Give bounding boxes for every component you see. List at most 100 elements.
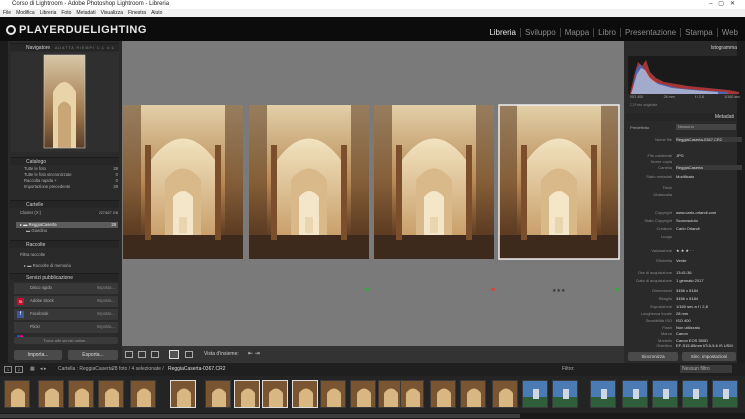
sync-metadata-button[interactable]: Sincronizza	[628, 352, 678, 361]
metadata-value[interactable]: 1 gennaio 2017	[676, 278, 742, 283]
folder-giardino[interactable]: ▬ Giardino	[26, 228, 118, 234]
original-photo-toggle[interactable]: ☐ Foto originale	[630, 102, 657, 107]
metadata-value[interactable]: Sconosciuto	[676, 218, 742, 223]
filmstrip-scrollbar[interactable]	[0, 413, 745, 419]
loupe-view-icon[interactable]	[138, 351, 146, 358]
menu-modifica[interactable]: Modifica	[16, 9, 35, 17]
module-sviluppo[interactable]: Sviluppo	[520, 28, 560, 37]
filmstrip-thumbnail[interactable]	[320, 380, 346, 408]
module-stampa[interactable]: Stampa	[680, 28, 717, 37]
publish-action[interactable]: Imposta...	[97, 285, 115, 291]
filmstrip-thumbnail[interactable]	[38, 380, 64, 408]
metadata-value[interactable]: 1/160 sec a f / 2,8	[676, 304, 742, 309]
collection-set[interactable]: ▸ ▬ Raccolte di memoria	[24, 263, 118, 269]
grid-view-icon[interactable]	[125, 351, 133, 358]
module-libreria[interactable]: Libreria	[485, 28, 520, 37]
back-forward-icon[interactable]: ◂ ▸	[40, 366, 46, 372]
metadata-value[interactable]: Carlo Orlandi	[676, 226, 742, 231]
metadata-value[interactable]: 3456 x 5184	[676, 296, 742, 301]
histogram-title[interactable]: Istogramma	[628, 45, 737, 51]
survey-photo-3[interactable]	[374, 105, 494, 259]
metadata-value[interactable]: www.carlo-orlandi.com	[676, 210, 742, 215]
filmstrip-thumbnail[interactable]	[622, 380, 648, 408]
metadata-value[interactable]: 3456 x 5184	[676, 288, 742, 293]
publish-header[interactable]: Servizi pubblicazione	[10, 273, 119, 281]
menu-aiuto[interactable]: Aiuto	[151, 9, 162, 17]
filmstrip-thumbnail[interactable]	[130, 380, 156, 408]
filmstrip-thumbnail[interactable]	[350, 380, 376, 408]
filmstrip-thumbnail[interactable]	[378, 380, 402, 408]
folders-header[interactable]: Cartelle	[10, 200, 119, 208]
filmstrip-thumbnail[interactable]	[262, 380, 288, 408]
survey-photo-1[interactable]	[123, 105, 243, 259]
survey-photo-4-selected[interactable]	[498, 104, 620, 260]
filmstrip-thumbnail[interactable]	[430, 380, 456, 408]
filmstrip-thumbnail[interactable]	[400, 380, 424, 408]
metadata-header[interactable]: Metadati	[626, 113, 737, 121]
filmstrip-thumbnail[interactable]	[712, 380, 738, 408]
module-mappa[interactable]: Mappa	[559, 28, 593, 37]
publish-action[interactable]: Imposta...	[97, 311, 115, 317]
rating-stars[interactable]: ★★★	[552, 288, 566, 294]
publish-facebook[interactable]: f Facebook Imposta...	[14, 309, 118, 320]
filmstrip-thumbnail[interactable]	[292, 380, 318, 408]
menu-file[interactable]: File	[3, 9, 11, 17]
zoom-fit[interactable]: ADATTA	[55, 46, 74, 50]
metadata-value[interactable]: Modificato	[676, 174, 742, 179]
import-button[interactable]: Importa...	[14, 350, 62, 360]
menu-foto[interactable]: Foto	[61, 9, 71, 17]
module-presentazione[interactable]: Presentazione	[619, 28, 680, 37]
filmstrip-thumbnail[interactable]	[234, 380, 260, 408]
sync-settings-button[interactable]: Sinc. impostazioni	[682, 352, 736, 361]
metadata-value[interactable]: Verde	[676, 258, 742, 263]
menu-visualizza[interactable]: Visualizza	[101, 9, 123, 17]
filmstrip-thumbnail[interactable]	[492, 380, 518, 408]
metadata-value[interactable]: ReggiaCaserta-0367.CR2	[676, 137, 742, 142]
metadata-value[interactable]: Canon	[676, 331, 742, 336]
window-controls[interactable]: –▢✕	[709, 0, 741, 9]
metadata-value[interactable]: ISO 400	[676, 318, 742, 323]
current-file-name[interactable]: ReggiaCaserta-0367.CR2	[168, 366, 226, 372]
module-web[interactable]: Web	[716, 28, 742, 37]
publish-action[interactable]: Imposta...	[97, 298, 115, 304]
source-path[interactable]: Cartella : ReggiaCaserta	[58, 366, 113, 372]
publish-disk[interactable]: Disco rigido Imposta...	[14, 283, 118, 294]
catalog-header[interactable]: Catalogo	[10, 157, 119, 165]
filmstrip-thumbnail[interactable]	[590, 380, 616, 408]
prev-next-arrows-icon[interactable]: ⇤ ⇥	[248, 350, 260, 357]
metadata-value[interactable]: JPG	[676, 153, 742, 158]
filmstrip-thumbnail[interactable]	[552, 380, 578, 408]
people-view-icon[interactable]	[185, 351, 193, 358]
publish-adobe-stock[interactable]: St Adobe Stock Imposta...	[14, 296, 118, 307]
volume-row[interactable]: Cluster (X:) 227/627 GB	[20, 210, 118, 216]
secondary-window-icon[interactable]: 2	[15, 366, 23, 373]
metadata-value[interactable]: Non utilizzato	[676, 325, 742, 330]
filmstrip-thumbnail[interactable]	[68, 380, 94, 408]
collections-header[interactable]: Raccolte	[10, 240, 119, 248]
export-button[interactable]: Esporta...	[68, 350, 118, 360]
metadata-value[interactable]: 13:41:36	[676, 270, 742, 275]
compare-view-icon[interactable]	[151, 351, 159, 358]
navigator-preview[interactable]	[11, 52, 119, 152]
menu-metadati[interactable]: Metadati	[76, 9, 95, 17]
menu-libreria[interactable]: Libreria	[40, 9, 57, 17]
filmstrip-thumbnail[interactable]	[460, 380, 486, 408]
zoom-fill[interactable]: RIEMPI	[76, 46, 94, 50]
filmstrip-thumbnail[interactable]	[98, 380, 124, 408]
grid-icon[interactable]: ▦	[30, 366, 35, 372]
primary-window-icon[interactable]: 1	[4, 366, 12, 373]
zoom-1-1[interactable]: 1:1	[97, 46, 105, 50]
metadata-value[interactable]: ★ ★ ★ · ·	[676, 248, 742, 253]
catalog-item-previous-import[interactable]: Importazione precedente 28	[24, 184, 118, 190]
metadata-value[interactable]: EF-S15-85mm f/3.5-5.6 IS USM	[676, 343, 742, 348]
metadata-value[interactable]: ReggiaCaserta	[676, 165, 742, 170]
find-more-services-button[interactable]: Trova altri servizi online...	[14, 337, 118, 344]
publish-action[interactable]: Imposta...	[97, 324, 115, 330]
filter-dropdown[interactable]: Nessun filtro	[680, 365, 732, 373]
filmstrip-thumbnail[interactable]	[682, 380, 708, 408]
filmstrip-thumbnail[interactable]	[170, 380, 196, 408]
survey-view-icon[interactable]	[169, 350, 179, 359]
filmstrip-thumbnail[interactable]	[522, 380, 548, 408]
publish-flickr[interactable]: Flickr Imposta...	[14, 322, 118, 338]
metadata-value[interactable]: 28 mm	[676, 311, 742, 316]
